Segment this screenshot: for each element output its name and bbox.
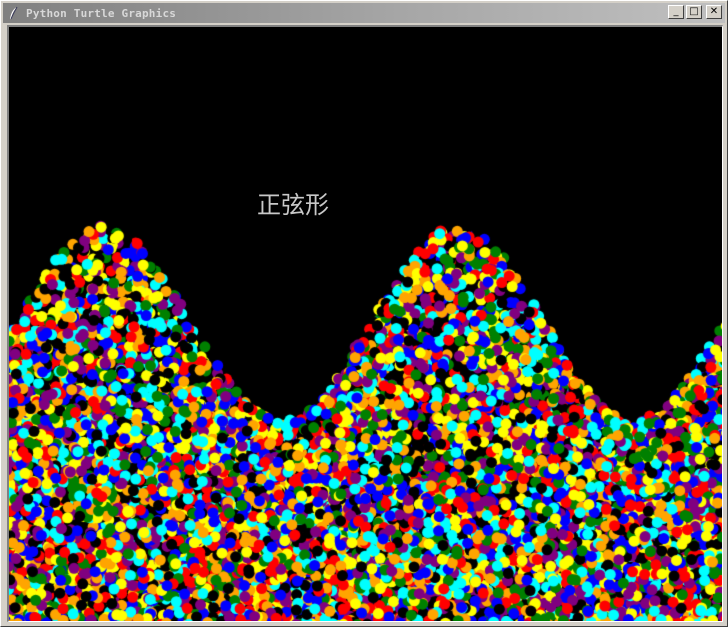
canvas-caption: 正弦形 bbox=[257, 191, 329, 219]
maximize-icon: □ bbox=[689, 6, 699, 17]
minimize-icon: _ bbox=[673, 6, 679, 17]
window-controls: _ □ ✕ bbox=[668, 5, 722, 19]
turtle-window: Python Turtle Graphics _ □ ✕ 正弦形 bbox=[0, 0, 728, 627]
feather-icon bbox=[6, 5, 22, 21]
sine-dots-drawing bbox=[9, 27, 722, 621]
minimize-button[interactable]: _ bbox=[668, 5, 684, 19]
close-button[interactable]: ✕ bbox=[706, 5, 722, 19]
window-title: Python Turtle Graphics bbox=[26, 6, 177, 20]
turtle-canvas[interactable]: 正弦形 bbox=[7, 25, 723, 622]
maximize-button[interactable]: □ bbox=[686, 5, 702, 19]
title-bar[interactable]: Python Turtle Graphics _ □ ✕ bbox=[3, 3, 725, 23]
close-icon: ✕ bbox=[709, 6, 719, 17]
